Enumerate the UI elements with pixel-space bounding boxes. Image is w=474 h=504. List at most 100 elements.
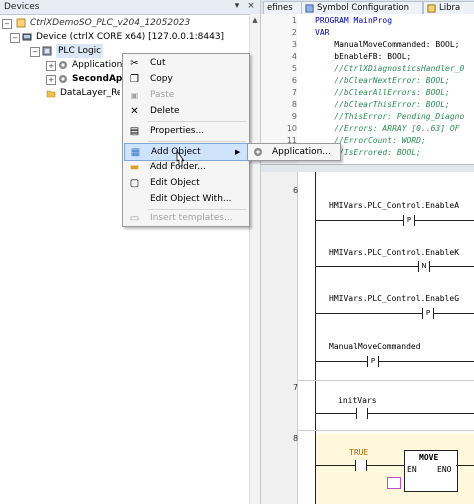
network-number: 7 — [293, 383, 299, 392]
ladder-editor[interactable]: 6 HMIVars.PLC_Control.EnableA P HMIVars.… — [261, 172, 474, 504]
contact-variable[interactable]: HMIVars.PLC_Control.EnableK — [329, 248, 459, 257]
project-label: CtrlXDemoSO_PLC_v204_12052023 — [30, 18, 191, 28]
menu-item-add-folder[interactable]: ▬ Add Folder... — [124, 159, 248, 175]
contact-symbol[interactable]: P — [422, 308, 434, 319]
tab-defines[interactable]: efines — [263, 1, 303, 14]
network-divider — [297, 380, 474, 381]
contact-variable[interactable]: HMIVars.PLC_Control.EnableA — [329, 201, 459, 210]
panel-menu-icon[interactable]: ▾ — [232, 1, 242, 12]
contact-variable[interactable]: HMIVars.PLC_Control.EnableG — [329, 294, 459, 303]
rung-line — [315, 413, 474, 414]
network-number: 6 — [293, 186, 299, 195]
network-number: 8 — [293, 434, 299, 443]
line-number: 6 — [291, 76, 297, 85]
tab-library-label: Libra — [439, 3, 461, 13]
devices-panel-header: Devices ▾ × — [0, 0, 260, 15]
gear-icon — [59, 75, 67, 83]
devices-scrollbar[interactable]: ▲ — [249, 14, 260, 504]
declaration-editor[interactable]: 1 2 3 4 5 6 7 8 9 10 11 12 PROGRAM MainP… — [261, 14, 474, 164]
datalayer-label: DataLayer_Realtime — [60, 88, 120, 98]
devices-panel-title: Devices — [4, 2, 40, 12]
edit-object-icon: ▢ — [129, 178, 140, 189]
second-app-label: SecondApp — [72, 74, 129, 84]
input-placeholder-box[interactable] — [387, 477, 401, 489]
collapse-icon[interactable]: − — [10, 33, 20, 43]
symbol-config-icon — [305, 4, 314, 13]
menu-item-cut[interactable]: ✂ Cut — [124, 55, 248, 71]
block-input-value[interactable]: TRUE — [349, 448, 368, 457]
plc-logic-icon — [42, 46, 52, 56]
contact-variable[interactable]: ManualMoveCommanded — [329, 342, 421, 351]
templates-icon: ▭ — [129, 213, 140, 224]
menu-item-edit-object-label: Edit Object — [150, 178, 200, 188]
network-divider — [297, 430, 474, 431]
menu-item-paste[interactable]: ▣ Paste — [124, 87, 248, 103]
folder-icon — [46, 90, 56, 98]
collapse-icon[interactable]: − — [2, 19, 12, 29]
project-icon — [16, 18, 26, 28]
code-line: //bClearNextError: BOOL; — [315, 76, 450, 85]
scissors-icon: ✂ — [130, 58, 139, 69]
contact-symbol[interactable] — [356, 408, 368, 419]
contact-symbol[interactable]: P — [367, 356, 379, 367]
block-en-label: EN — [407, 465, 417, 474]
menu-item-paste-label: Paste — [150, 90, 175, 100]
tab-symbol-configuration[interactable]: Symbol Configuration — [301, 1, 423, 14]
gear-icon — [59, 61, 67, 69]
block-name: MOVE — [419, 453, 439, 462]
mouse-cursor-icon — [176, 150, 185, 167]
contact-variable[interactable]: initVars — [338, 396, 377, 405]
line-number: 9 — [291, 112, 297, 121]
rung-line — [315, 313, 474, 314]
delete-icon: ✕ — [130, 106, 139, 117]
contact-symbol[interactable]: N — [418, 261, 430, 272]
paste-icon: ▣ — [130, 91, 139, 100]
submenu-item-application[interactable]: Application... — [249, 144, 339, 160]
code-line: VAR — [315, 28, 330, 37]
expand-icon[interactable]: + — [46, 75, 56, 85]
collapse-icon[interactable]: − — [30, 47, 40, 57]
gear-icon — [254, 148, 262, 156]
menu-item-copy[interactable]: ❐ Copy — [124, 71, 248, 87]
network-gutter — [261, 172, 298, 504]
properties-icon: ▤ — [129, 126, 140, 137]
line-number: 5 — [291, 64, 297, 73]
copy-icon: ❐ — [130, 74, 139, 85]
contact-symbol[interactable]: P — [403, 215, 415, 226]
editor-area: efines Symbol Configuration Libra 1 2 3 … — [261, 0, 474, 504]
menu-item-insert-templates-label: Insert templates... — [150, 213, 233, 223]
code-line: ManualMoveCommanded: BOOL; — [315, 40, 460, 49]
contact-symbol[interactable] — [355, 460, 367, 471]
scroll-up-icon[interactable]: ▲ — [251, 16, 259, 26]
submenu-arrow-icon: ▶ — [235, 148, 241, 156]
menu-item-insert-templates[interactable]: ▭ Insert templates... — [124, 210, 248, 226]
context-menu: ✂ Cut ❐ Copy ▣ Paste ✕ Delete ▤ Properti… — [122, 53, 250, 227]
menu-separator — [148, 141, 246, 142]
tab-symbol-configuration-label: Symbol Configuration — [317, 3, 410, 13]
block-eno-label: ENO — [437, 465, 452, 474]
editor-tabbar: efines Symbol Configuration Libra — [261, 0, 474, 15]
device-icon — [22, 33, 32, 41]
code-line: //Errors: ARRAY [0..63] OF — [315, 124, 460, 133]
code-line: //bClearAllErrors: BOOL; — [315, 88, 450, 97]
library-icon — [427, 4, 436, 13]
line-number: 4 — [291, 52, 297, 61]
panel-close-icon[interactable]: × — [246, 1, 256, 12]
menu-item-edit-object[interactable]: ▢ Edit Object — [124, 175, 248, 191]
move-function-block[interactable]: MOVE EN ENO — [404, 450, 458, 492]
code-line: //CtrlXDiagnosticsHandler_0 — [315, 64, 465, 73]
code-line: //bClearThisError: BOOL; — [315, 100, 450, 109]
tab-library[interactable]: Libra — [423, 1, 474, 14]
line-number: 2 — [291, 28, 297, 37]
menu-item-edit-object-with-label: Edit Object With... — [150, 194, 232, 204]
menu-item-properties-label: Properties... — [150, 126, 205, 136]
expand-icon[interactable]: + — [46, 61, 56, 71]
line-number: 1 — [291, 16, 297, 25]
menu-item-delete[interactable]: ✕ Delete — [124, 103, 248, 119]
plc-logic-label: PLC Logic — [56, 44, 104, 58]
rung-line — [315, 220, 474, 221]
line-number: 7 — [291, 88, 297, 97]
line-number: 8 — [291, 100, 297, 109]
menu-item-edit-object-with[interactable]: Edit Object With... — [124, 191, 248, 207]
menu-item-properties[interactable]: ▤ Properties... — [124, 123, 248, 139]
